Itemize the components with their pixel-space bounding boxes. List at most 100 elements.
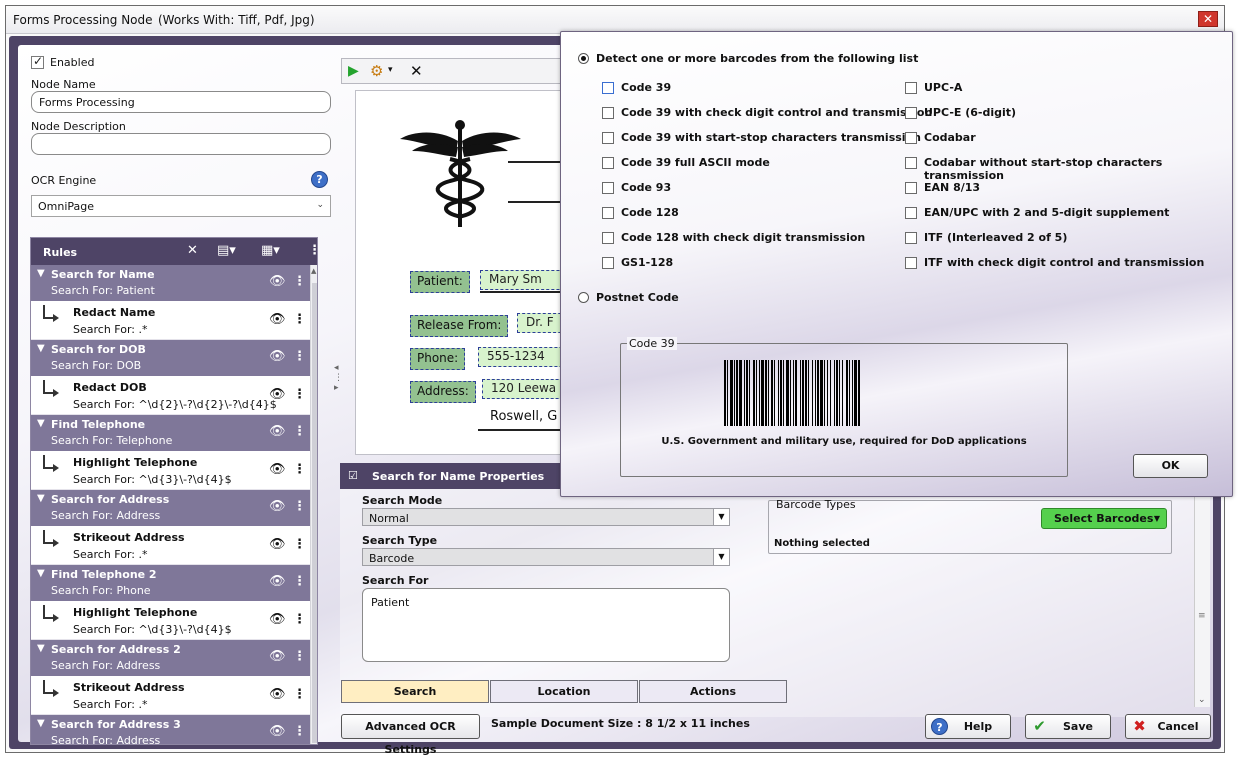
rule-item[interactable]: ▼ Search for Address Search For: Address 👁 ⋮	[31, 490, 312, 526]
barcode-option-checkbox[interactable]	[602, 182, 614, 194]
more-options-icon[interactable]: ⋮	[293, 687, 306, 702]
barcode-option-checkbox[interactable]	[905, 82, 917, 94]
barcode-option-checkbox[interactable]	[602, 157, 614, 169]
node-description-input[interactable]	[31, 133, 331, 155]
more-options-icon[interactable]: ⋮	[293, 574, 306, 589]
more-options-icon[interactable]: ⋮	[293, 612, 306, 627]
tab-location[interactable]: Location	[490, 680, 638, 703]
splitter-handle[interactable]: ◂ ⋮ ▸	[334, 363, 343, 423]
rule-action-item[interactable]: Redact Name Search For: .* 👁 ⋮	[31, 301, 312, 340]
close-button[interactable]: ✕	[1198, 11, 1218, 27]
barcode-option-checkbox[interactable]	[905, 182, 917, 194]
barcode-option-checkbox[interactable]	[905, 207, 917, 219]
eye-icon[interactable]: 👁	[269, 387, 286, 402]
enabled-checkbox[interactable]	[31, 54, 44, 69]
rule-item[interactable]: ▼ Find Telephone 2 Search For: Phone 👁 ⋮	[31, 565, 312, 601]
add-rule-icon[interactable]: ▤▾	[217, 243, 236, 258]
collapse-triangle-icon[interactable]: ▼	[37, 718, 45, 729]
detect-list-radio[interactable]	[578, 53, 589, 64]
scroll-up-icon[interactable]: ▲	[311, 267, 316, 275]
more-options-icon[interactable]: ⋮	[293, 724, 306, 739]
rule-item[interactable]: ▼ Search for Address 3 Search For: Address…	[31, 715, 312, 744]
barcode-option-checkbox[interactable]	[602, 207, 614, 219]
barcode-option-checkbox[interactable]	[602, 257, 614, 269]
help-button[interactable]: ? Help	[925, 714, 1011, 739]
eye-icon[interactable]: 👁	[269, 349, 286, 364]
rule-action-item[interactable]: Highlight Telephone Search For: ^\d{3}\-?…	[31, 451, 312, 490]
tab-actions[interactable]: Actions	[639, 680, 787, 703]
ocr-engine-select[interactable]: OmniPage ⌄	[31, 195, 331, 217]
gear-icon[interactable]: ⚙	[370, 62, 383, 80]
eye-icon[interactable]: 👁	[269, 649, 286, 664]
search-for-textarea[interactable]: Patient	[362, 588, 730, 662]
rule-action-item[interactable]: Strikeout Address Search For: .* 👁 ⋮	[31, 526, 312, 565]
collapse-triangle-icon[interactable]: ▼	[37, 493, 45, 504]
barcode-bar	[849, 360, 850, 426]
scroll-grip-icon[interactable]: ≡	[1198, 611, 1206, 621]
node-name-input[interactable]: Forms Processing	[31, 91, 331, 113]
rule-item[interactable]: ▼ Find Telephone Search For: Telephone 👁 ⋮	[31, 415, 312, 451]
barcode-option-checkbox[interactable]	[905, 107, 917, 119]
collapse-triangle-icon[interactable]: ▼	[37, 343, 45, 354]
more-options-icon[interactable]: ⋮	[293, 312, 306, 327]
postnet-radio[interactable]	[578, 292, 589, 303]
barcode-option-checkbox[interactable]	[905, 157, 917, 169]
scroll-down-icon[interactable]: ⌄	[1198, 695, 1206, 705]
rule-item[interactable]: ▼ Search for Name Search For: Patient 👁 ⋮	[31, 265, 312, 301]
close-icon[interactable]: ✕	[410, 62, 423, 80]
more-options-icon[interactable]: ⋮	[293, 649, 306, 664]
search-type-select[interactable]: Barcode ▼	[362, 548, 730, 566]
advanced-ocr-settings-button[interactable]: Advanced OCR Settings	[341, 714, 480, 756]
collapse-triangle-icon[interactable]: ▼	[37, 268, 45, 279]
rules-scrollbar[interactable]: ▲	[310, 265, 317, 744]
ok-button[interactable]: OK	[1133, 454, 1208, 478]
more-options-icon[interactable]: ⋮	[293, 274, 306, 289]
rule-item[interactable]: ▼ Search for DOB Search For: DOB 👁 ⋮	[31, 340, 312, 376]
help-question-icon[interactable]: ?	[311, 171, 328, 188]
barcode-option-checkbox[interactable]	[602, 107, 614, 119]
eye-icon[interactable]: 👁	[269, 274, 286, 289]
more-options-icon[interactable]: ⋮	[293, 349, 306, 364]
barcode-option-checkbox[interactable]	[905, 257, 917, 269]
barcode-option-checkbox[interactable]	[602, 232, 614, 244]
rule-action-item[interactable]: Redact DOB Search For: ^\d{2}\-?\d{2}\-?\…	[31, 376, 312, 415]
eye-icon[interactable]: 👁	[269, 724, 286, 739]
chevron-down-icon[interactable]: ▼	[713, 549, 729, 565]
eye-icon[interactable]: 👁	[269, 499, 286, 514]
eye-icon[interactable]: 👁	[269, 462, 286, 477]
cancel-button[interactable]: ✖ Cancel	[1125, 714, 1211, 739]
rules-menu-icon[interactable]: ⋮	[308, 243, 317, 258]
clear-rules-icon[interactable]: ✕	[187, 243, 198, 258]
more-options-icon[interactable]: ⋮	[293, 462, 306, 477]
save-button[interactable]: ✔ Save	[1025, 714, 1111, 739]
select-barcodes-button[interactable]: Select Barcodes ▼	[1041, 508, 1167, 529]
eye-icon[interactable]: 👁	[269, 612, 286, 627]
collapse-triangle-icon[interactable]: ▼	[37, 568, 45, 579]
run-icon[interactable]: ▶	[348, 63, 359, 79]
eye-icon[interactable]: 👁	[269, 312, 286, 327]
more-options-icon[interactable]: ⋮	[293, 387, 306, 402]
rules-scroll-thumb[interactable]	[312, 283, 317, 743]
search-mode-select[interactable]: Normal ▼	[362, 508, 730, 526]
rule-item[interactable]: ▼ Search for Address 2 Search For: Address…	[31, 640, 312, 676]
barcode-option-checkbox[interactable]	[905, 232, 917, 244]
collapse-triangle-icon[interactable]: ▼	[37, 418, 45, 429]
eye-icon[interactable]: 👁	[269, 687, 286, 702]
chevron-down-icon[interactable]: ▼	[713, 509, 729, 525]
more-options-icon[interactable]: ⋮	[293, 424, 306, 439]
more-options-icon[interactable]: ⋮	[293, 499, 306, 514]
rule-action-item[interactable]: Strikeout Address Search For: .* 👁 ⋮	[31, 676, 312, 715]
rule-action-item[interactable]: Highlight Telephone Search For: ^\d{3}\-?…	[31, 601, 312, 640]
more-options-icon[interactable]: ⋮	[293, 537, 306, 552]
barcode-option-checkbox[interactable]	[905, 132, 917, 144]
eye-icon[interactable]: 👁	[269, 537, 286, 552]
eye-icon[interactable]: 👁	[269, 574, 286, 589]
eye-icon[interactable]: 👁	[269, 424, 286, 439]
chevron-down-icon[interactable]: ▾	[388, 65, 393, 75]
barcode-option-checkbox[interactable]	[602, 82, 614, 94]
properties-scrollbar[interactable]: ≡ ⌄	[1194, 491, 1210, 707]
tab-search[interactable]: Search	[341, 680, 489, 703]
collapse-triangle-icon[interactable]: ▼	[37, 643, 45, 654]
rule-options-icon[interactable]: ▦▾	[261, 243, 280, 258]
barcode-option-checkbox[interactable]	[602, 132, 614, 144]
